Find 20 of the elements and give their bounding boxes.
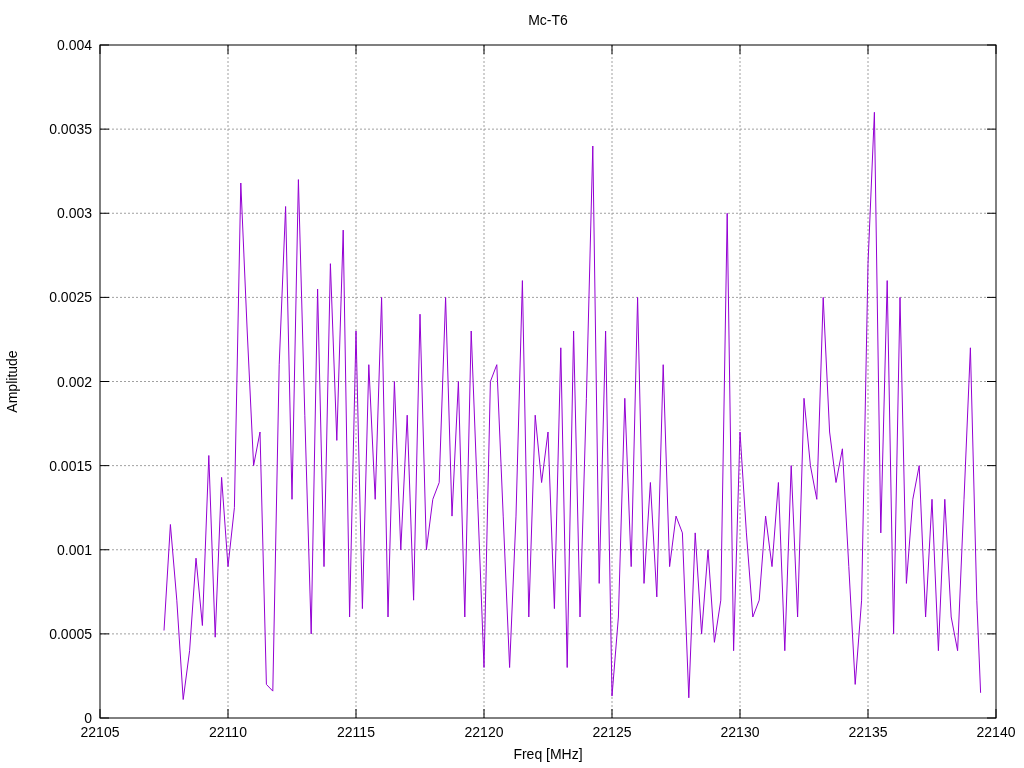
tick-label: 0.002 — [56, 373, 92, 390]
tick-label: 0.0015 — [49, 457, 92, 474]
tick-label: 0 — [84, 710, 92, 726]
tick-label: 0.0005 — [49, 625, 92, 642]
tick-label: 22105 — [80, 724, 120, 740]
tick-label: 22110 — [209, 724, 247, 740]
tick-label: 22130 — [720, 724, 760, 740]
axis-label: Amplitude — [4, 350, 20, 413]
tick-label: 22125 — [592, 724, 632, 740]
axis-label: Freq [MHz] — [513, 746, 583, 762]
tick-label: 22140 — [976, 724, 1016, 740]
tick-label: 22135 — [848, 724, 888, 740]
tick-label: 0.0035 — [49, 121, 92, 138]
tick-label: 0.001 — [56, 541, 92, 558]
tick-label: 22115 — [337, 724, 375, 740]
tick-label: 0.003 — [56, 205, 92, 222]
tick-label: 0.004 — [56, 37, 92, 53]
tick-label: 0.0025 — [49, 289, 92, 306]
tick-label: 22120 — [464, 724, 504, 740]
chart-title: Mc-T6 — [528, 12, 568, 28]
